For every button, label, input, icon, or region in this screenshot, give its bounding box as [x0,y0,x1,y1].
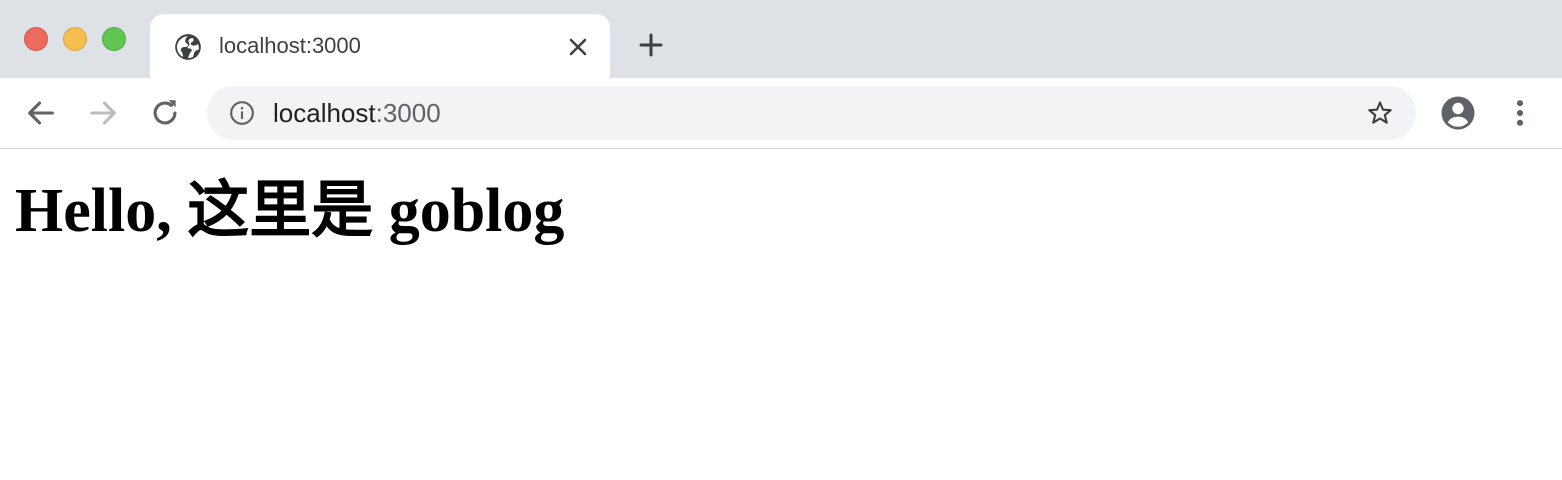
arrow-left-icon[interactable] [24,96,58,130]
browser-toolbar: localhost:3000 [0,78,1562,149]
plus-icon[interactable] [636,30,666,60]
globe-icon [175,34,201,60]
tab-title: localhost:3000 [219,33,361,58]
reload-icon[interactable] [148,96,182,130]
url-host: localhost [273,98,376,128]
window-maximize-button[interactable] [102,27,126,51]
page-content: Hello, 这里是 goblog [0,149,1562,480]
star-icon[interactable] [1366,99,1394,127]
window-minimize-button[interactable] [63,27,87,51]
browser-window: localhost:3000 localhost:3000 Hello, 这里是… [0,0,1562,480]
arrow-right-icon[interactable] [86,96,120,130]
info-icon[interactable] [229,100,255,126]
window-close-button[interactable] [24,27,48,51]
tab-localhost[interactable]: localhost:3000 [150,14,610,78]
account-circle-icon[interactable] [1440,95,1476,131]
close-icon[interactable] [564,33,592,61]
page-heading: Hello, 这里是 goblog [15,177,565,245]
address-bar[interactable]: localhost:3000 [207,86,1416,140]
url-text[interactable]: localhost:3000 [273,99,441,127]
more-vertical-icon[interactable] [1506,96,1534,130]
url-port: :3000 [375,98,441,128]
tab-strip: localhost:3000 [0,0,1562,78]
